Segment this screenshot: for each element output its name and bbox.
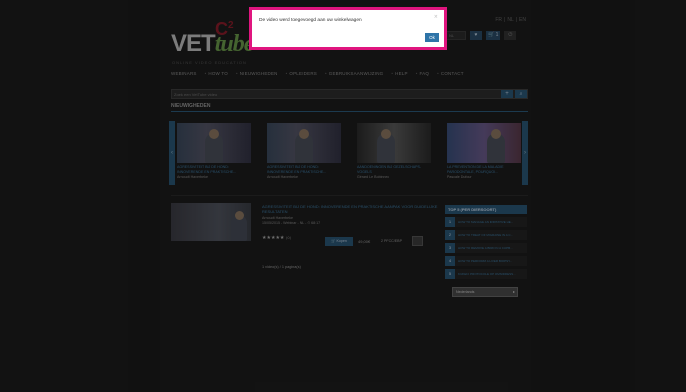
ok-button[interactable]: Ok [425,33,439,42]
close-icon[interactable]: × [434,14,438,20]
modal-backdrop[interactable] [0,0,686,392]
dialog-message: De video werd toegevoegd aan uw winkelwa… [259,18,362,23]
cart-confirmation-dialog: De video werd toegevoegd aan uw winkelwa… [250,8,446,49]
page-background: VETtube C2 ONLINE VIDEO EDUCATION FR | NL |… [0,0,686,392]
